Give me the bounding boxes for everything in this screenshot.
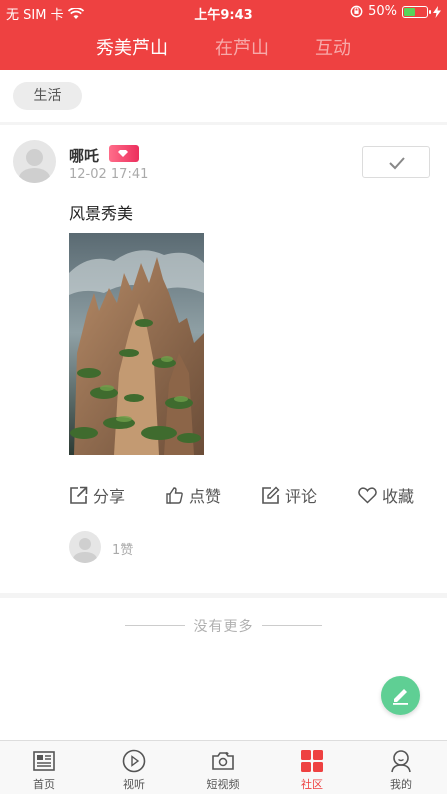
post-card: 哪吒 12-02 17:41 风景秀美 分享 点赞 评论 收藏 1赞 [0, 125, 447, 593]
post-actions: 分享 点赞 评论 收藏 [0, 483, 447, 509]
like-button[interactable]: 点赞 [165, 483, 221, 507]
heart-icon [358, 486, 377, 504]
compose-post-button[interactable] [381, 676, 420, 715]
newspaper-icon [33, 751, 55, 771]
nav-media-label: 视听 [123, 778, 145, 791]
category-filter-bar: 生活 [0, 70, 447, 122]
tab-xiumei-lushan[interactable]: 秀美芦山 [96, 34, 168, 60]
post-text: 风景秀美 [69, 204, 134, 223]
comment-button[interactable]: 评论 [261, 483, 317, 507]
comment-label: 评论 [285, 487, 318, 506]
category-chip[interactable]: 生活 [13, 82, 82, 110]
grid-icon [301, 750, 323, 772]
charging-bolt-icon [433, 5, 441, 18]
thumbs-up-icon [166, 486, 183, 504]
nav-community[interactable]: 社区 [282, 741, 342, 794]
pencil-icon [393, 689, 408, 705]
liker-avatar[interactable] [69, 531, 101, 563]
play-circle-icon [122, 749, 146, 773]
tab-zai-lushan[interactable]: 在芦山 [215, 34, 269, 60]
status-right: 50% [350, 4, 441, 19]
camera-icon [212, 752, 234, 770]
nav-media[interactable]: 视听 [104, 741, 164, 794]
bottom-nav: 首页 视听 短视频 社区 我的 [0, 740, 447, 794]
like-count: 1赞 [112, 543, 134, 558]
comment-edit-icon [262, 486, 280, 504]
post-photo[interactable] [69, 233, 204, 455]
battery-level [404, 7, 415, 16]
header: 无 SIM 卡 上午9:43 50% 秀美芦山 在芦山 互动 [0, 0, 447, 70]
follow-button[interactable] [362, 146, 430, 178]
nav-short-video-label: 短视频 [206, 778, 240, 791]
favorite-label: 收藏 [382, 487, 415, 506]
nav-short-video[interactable]: 短视频 [193, 741, 253, 794]
vip-badge [109, 145, 139, 162]
battery-percent: 50% [368, 4, 397, 19]
post-timestamp: 12-02 17:41 [69, 167, 149, 182]
author-avatar[interactable] [13, 140, 56, 183]
share-icon [70, 486, 88, 504]
status-bar: 无 SIM 卡 上午9:43 50% [0, 0, 447, 24]
feed-end: 没有更多 [0, 598, 447, 740]
battery-icon [402, 5, 431, 18]
feed-end-text: 没有更多 [193, 619, 254, 635]
nav-community-label: 社区 [301, 778, 323, 791]
orientation-lock-icon [350, 5, 363, 18]
user-icon [391, 750, 411, 773]
check-icon [389, 157, 405, 170]
share-button[interactable]: 分享 [69, 483, 125, 507]
app-root: 无 SIM 卡 上午9:43 50% 秀美芦山 在芦山 互动 生活 哪吒 12-… [0, 0, 447, 794]
tab-hudong[interactable]: 互动 [315, 34, 351, 60]
diamond-icon [118, 150, 128, 157]
favorite-button[interactable]: 收藏 [358, 483, 414, 507]
nav-home[interactable]: 首页 [14, 741, 74, 794]
like-label: 点赞 [189, 487, 222, 506]
nav-profile-label: 我的 [390, 778, 412, 791]
nav-profile[interactable]: 我的 [371, 741, 431, 794]
author-name[interactable]: 哪吒 [69, 145, 99, 166]
share-label: 分享 [93, 487, 126, 506]
divider-right [262, 625, 322, 626]
top-tabs: 秀美芦山 在芦山 互动 [0, 34, 447, 62]
nav-home-label: 首页 [33, 778, 55, 791]
